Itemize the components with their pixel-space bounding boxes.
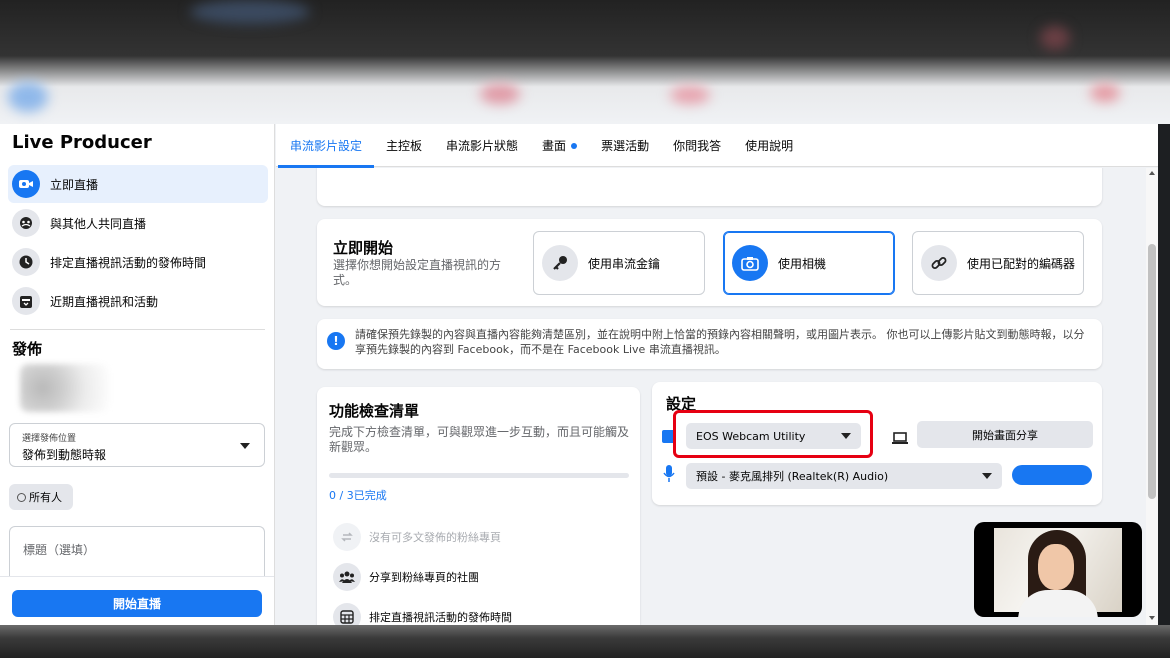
blur-shape [8, 82, 48, 112]
info-icon: ! [327, 332, 345, 350]
group-icon [333, 563, 361, 591]
tab-label: 串流影片設定 [290, 139, 363, 153]
tab-label: 主控板 [386, 139, 423, 153]
calendar-icon [12, 287, 40, 315]
use-camera-label: 使用相機 [778, 256, 827, 271]
sidebar-item-label: 與其他人共同直播 [50, 216, 147, 231]
start-now-title: 立即開始 [333, 239, 394, 257]
blur-shape [1090, 84, 1120, 102]
publish-section-title: 發佈 [12, 340, 43, 358]
camera-highlight-box [673, 410, 873, 458]
repost-icon [333, 523, 361, 551]
key-icon [542, 245, 578, 281]
sidebar: Live Producer 立即直播 與其他人共同直播 排定直播視訊活動的發佈時… [0, 124, 275, 625]
checklist-progress-bar [329, 473, 629, 478]
stream-key-option[interactable]: 使用串流金鑰 [533, 231, 705, 295]
tab-label: 你問我答 [673, 139, 722, 153]
checklist-item-label: 排定直播視訊活動的發佈時間 [369, 611, 512, 624]
checklist-card: 功能檢查清單 完成下方檢查清單，可與觀眾進一步互動，而且可能觸及新觀眾。 0 /… [317, 387, 640, 625]
sidebar-item-recent[interactable]: 近期直播視訊和活動 [8, 282, 268, 320]
start-now-card: 立即開始 選擇你想開始設定直播視訊的方式。 使用串流金鑰 使用相機 使用已配對的… [317, 219, 1102, 306]
chevron-down-icon [240, 443, 250, 449]
go-live-button[interactable]: 開始直播 [12, 590, 262, 617]
notification-dot [571, 142, 578, 149]
tab-polls[interactable]: 票選活動 [589, 124, 661, 167]
sidebar-item-label: 近期直播視訊和活動 [50, 294, 159, 309]
chevron-down-icon [982, 473, 992, 479]
scroll-thumb[interactable] [1148, 244, 1156, 499]
previous-card [317, 168, 1102, 206]
tab-label: 串流影片狀態 [446, 139, 519, 153]
sidebar-item-go-live-now[interactable]: 立即直播 [8, 165, 268, 203]
audio-level-button[interactable] [1012, 465, 1092, 485]
clock-icon [12, 248, 40, 276]
title-placeholder: 標題（選填） [23, 543, 96, 557]
checklist-item-label: 分享到粉絲專頁的社團 [369, 571, 479, 584]
audience-button[interactable]: 所有人 [9, 484, 73, 510]
webcam-frame [994, 528, 1122, 617]
sidebar-divider [10, 329, 265, 330]
tab-stream-setup[interactable]: 串流影片設定 [278, 124, 375, 168]
vertical-scrollbar[interactable] [1146, 168, 1158, 625]
tab-stream-health[interactable]: 串流影片狀態 [434, 124, 530, 167]
paired-encoder-option[interactable]: 使用已配對的編碼器 [912, 231, 1084, 295]
checklist-item-schedule[interactable]: 排定直播視訊活動的發佈時間 [333, 603, 512, 625]
use-camera-option[interactable]: 使用相機 [723, 231, 895, 295]
camera-icon [732, 245, 768, 281]
top-tabs: 串流影片設定 主控板 串流影片狀態 畫面 票選活動 你問我答 使用說明 [276, 124, 1158, 168]
scroll-up-arrow-icon[interactable] [1149, 171, 1155, 175]
audience-label: 所有人 [29, 491, 62, 504]
blur-shape [190, 0, 310, 24]
tab-dashboard[interactable]: 主控板 [374, 124, 434, 167]
webcam-preview [974, 522, 1142, 617]
person-face [1038, 544, 1074, 590]
prerecorded-notice: ! 請確保預先錄製的內容與直播內容能夠清楚區別，並在說明中附上恰當的預錄內容相關… [317, 319, 1102, 369]
tab-label: 使用說明 [745, 139, 794, 153]
post-location-select[interactable]: 選擇發佈位置 發佈到動態時報 [9, 423, 265, 467]
blurred-browser-chrome [0, 0, 1170, 124]
checklist-progress-text: 0 / 3已完成 [329, 489, 387, 502]
post-location-value: 發佈到動態時報 [22, 448, 107, 462]
sidebar-item-schedule[interactable]: 排定直播視訊活動的發佈時間 [8, 243, 268, 281]
microphone-icon [663, 465, 675, 486]
camera-icon [12, 170, 40, 198]
app-title: Live Producer [12, 132, 152, 153]
sidebar-item-co-host[interactable]: 與其他人共同直播 [8, 204, 268, 242]
paired-encoder-label: 使用已配對的編碼器 [967, 256, 1076, 271]
blur-shape [1040, 26, 1070, 50]
laptop-icon [892, 430, 908, 449]
microphone-select-value: 預設 - 麥克風排列 (Realtek(R) Audio) [696, 470, 889, 483]
go-live-footer: 開始直播 [0, 576, 274, 625]
blur-shape [480, 84, 520, 104]
stream-key-label: 使用串流金鑰 [588, 256, 661, 271]
tab-qa[interactable]: 你問我答 [661, 124, 733, 167]
globe-icon [17, 492, 26, 502]
checklist-title: 功能檢查清單 [329, 402, 420, 420]
sidebar-item-label: 立即直播 [50, 177, 99, 192]
sidebar-item-label: 排定直播視訊活動的發佈時間 [50, 255, 207, 270]
checklist-item-crosspost: 沒有可多文發佈的粉絲專頁 [333, 523, 501, 551]
calendar-grid-icon [333, 603, 361, 625]
blur-shape [670, 86, 710, 104]
tab-screen[interactable]: 畫面 [530, 124, 589, 167]
post-location-label: 選擇發佈位置 [22, 434, 77, 444]
tab-label: 票選活動 [601, 139, 650, 153]
people-icon [12, 209, 40, 237]
start-now-subtitle: 選擇你想開始設定直播視訊的方式。 [333, 258, 502, 287]
link-icon [921, 245, 957, 281]
scroll-down-arrow-icon[interactable] [1149, 616, 1155, 620]
checklist-subtitle: 完成下方檢查清單，可與觀眾進一步互動，而且可能觸及新觀眾。 [329, 425, 630, 454]
notice-text: 請確保預先錄製的內容與直播內容能夠清楚區別，並在說明中附上恰當的預錄內容相關聲明… [355, 328, 1085, 356]
checklist-item-share-group[interactable]: 分享到粉絲專頁的社團 [333, 563, 479, 591]
blurred-taskbar [0, 625, 1170, 658]
tab-label: 畫面 [542, 139, 567, 153]
checklist-item-label: 沒有可多文發佈的粉絲專頁 [369, 531, 501, 544]
microphone-select[interactable]: 預設 - 麥克風排列 (Realtek(R) Audio) [686, 463, 1002, 489]
start-screen-share-button[interactable]: 開始畫面分享 [917, 421, 1093, 448]
tab-help[interactable]: 使用說明 [733, 124, 805, 167]
blurred-avatar [20, 364, 110, 412]
